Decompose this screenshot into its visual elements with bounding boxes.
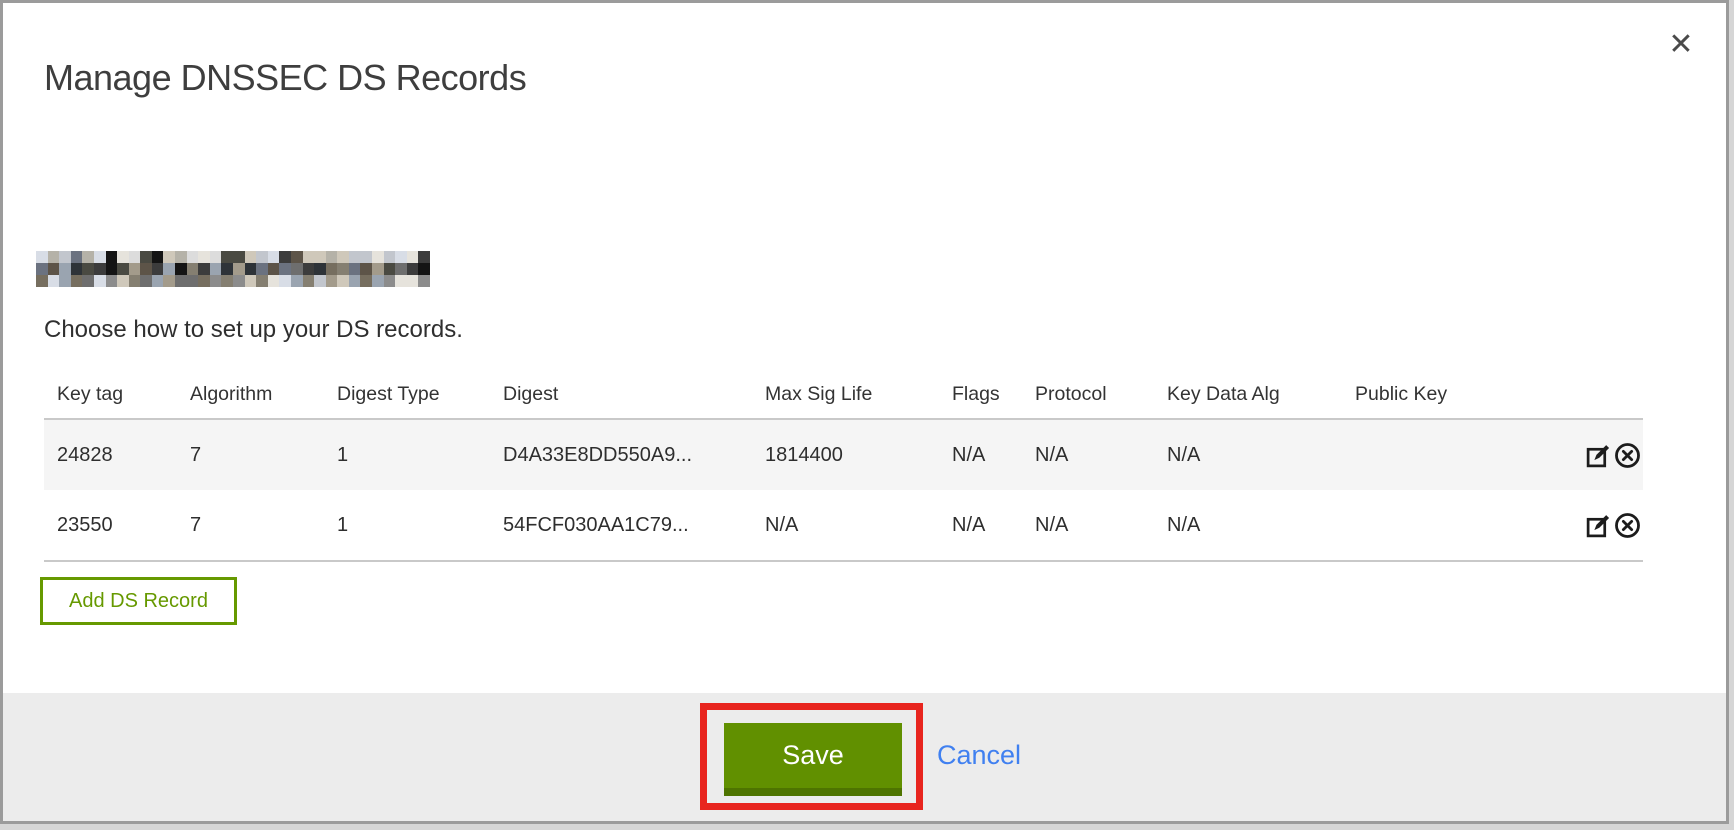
table-body: 2482871D4A33E8DD550A9...1814400N/AN/AN/A… [44, 418, 1643, 562]
table-cell: N/A [1022, 444, 1154, 467]
modal-footer: Save Cancel [3, 693, 1726, 821]
instruction-text: Choose how to set up your DS records. [44, 316, 463, 344]
column-header: Max Sig Life [752, 383, 939, 406]
save-button[interactable]: Save [724, 723, 902, 796]
column-header: Key Data Alg [1154, 383, 1342, 406]
edit-button[interactable] [1584, 441, 1612, 469]
table-cell: N/A [939, 444, 1022, 467]
delete-icon [1614, 442, 1641, 469]
table-cell: N/A [1154, 514, 1342, 537]
table-cell: N/A [939, 514, 1022, 537]
table-cell: 1814400 [752, 444, 939, 467]
close-button[interactable]: ✕ [1659, 23, 1703, 67]
table-cell: 1 [324, 444, 490, 467]
delete-button[interactable] [1613, 511, 1641, 539]
table-cell: D4A33E8DD550A9... [490, 444, 752, 467]
row-actions [1547, 511, 1643, 539]
add-ds-record-button[interactable]: Add DS Record [40, 577, 237, 625]
column-header: Digest Type [324, 383, 490, 406]
table-cell: 24828 [44, 444, 177, 467]
table-cell: 7 [177, 514, 324, 537]
column-header: Algorithm [177, 383, 324, 406]
edit-button[interactable] [1584, 511, 1612, 539]
table-cell: N/A [752, 514, 939, 537]
table-cell: N/A [1154, 444, 1342, 467]
edit-icon [1585, 442, 1612, 469]
redacted-domain-name [36, 251, 430, 287]
delete-button[interactable] [1613, 441, 1641, 469]
ds-records-table: Key tagAlgorithmDigest TypeDigestMax Sig… [44, 370, 1643, 562]
edit-icon [1585, 512, 1612, 539]
column-header: Flags [939, 383, 1022, 406]
dnssec-modal: Manage DNSSEC DS Records ✕ Choose how to… [0, 0, 1729, 824]
table-row: 235507154FCF030AA1C79...N/AN/AN/AN/A [44, 490, 1643, 560]
table-cell: 7 [177, 444, 324, 467]
page-title: Manage DNSSEC DS Records [44, 57, 526, 99]
table-cell: 1 [324, 514, 490, 537]
table-cell: 54FCF030AA1C79... [490, 514, 752, 537]
close-icon: ✕ [1668, 28, 1693, 61]
row-actions [1547, 441, 1643, 469]
table-cell: 23550 [44, 514, 177, 537]
table-cell: N/A [1022, 514, 1154, 537]
column-header: Digest [490, 383, 752, 406]
column-header: Key tag [44, 383, 177, 406]
delete-icon [1614, 512, 1641, 539]
column-header: Protocol [1022, 383, 1154, 406]
cancel-link[interactable]: Cancel [937, 723, 1021, 788]
column-header: Public Key [1342, 383, 1547, 406]
table-header-row: Key tagAlgorithmDigest TypeDigestMax Sig… [44, 370, 1643, 418]
table-row: 2482871D4A33E8DD550A9...1814400N/AN/AN/A [44, 420, 1643, 490]
table-header: Key tagAlgorithmDigest TypeDigestMax Sig… [44, 370, 1643, 418]
